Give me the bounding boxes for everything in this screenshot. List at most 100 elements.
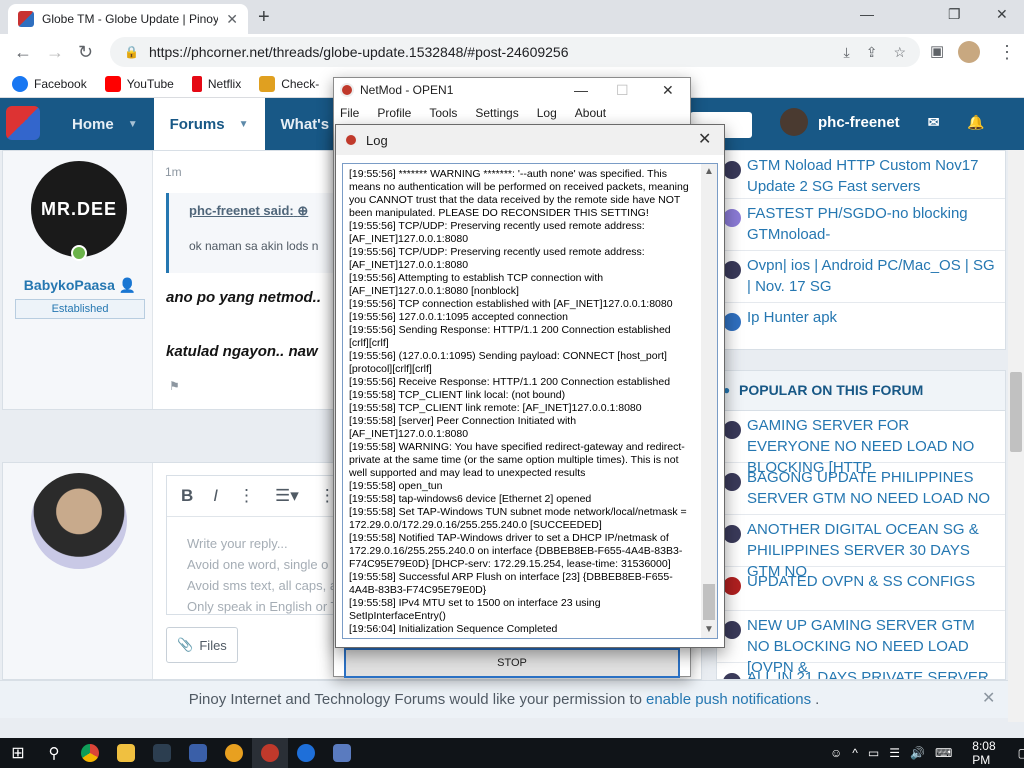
avatar[interactable]: MR.DEE: [31, 161, 127, 257]
header-username[interactable]: phc-freenet: [818, 114, 900, 131]
avatar[interactable]: [31, 473, 127, 569]
bookmark-check[interactable]: Check-: [259, 75, 319, 92]
thread-title[interactable]: FASTEST PH/SGDO-no blocking GTMnoload-: [747, 205, 968, 243]
log-scrollbar[interactable]: ▲ ▼: [701, 164, 717, 638]
list-item[interactable]: GAMING SERVER FOR EVERYONE NO NEED LOAD …: [717, 411, 1005, 476]
url-text[interactable]: https://phcorner.net/threads/globe-updat…: [149, 44, 834, 60]
user-avatar[interactable]: [780, 108, 808, 136]
scroll-down-icon[interactable]: ▼: [704, 624, 714, 635]
omnibox[interactable]: 🔒 https://phcorner.net/threads/globe-upd…: [110, 37, 920, 67]
taskbar-app[interactable]: [288, 738, 324, 768]
taskbar-explorer[interactable]: [108, 738, 144, 768]
list-item[interactable]: UPDATED OVPN & SS CONFIGS: [717, 567, 1005, 611]
post-time[interactable]: 1m: [165, 165, 182, 179]
reload-icon[interactable]: ↻: [78, 42, 93, 63]
report-flag-icon[interactable]: ⚑: [169, 379, 180, 393]
taskbar-netmod[interactable]: [252, 738, 288, 768]
chevron-up-icon[interactable]: ^: [852, 746, 858, 760]
new-tab-button[interactable]: +: [258, 6, 270, 29]
forward-icon[interactable]: →: [46, 42, 64, 63]
browser-tab[interactable]: Globe TM - Globe Update | Pinoy ✕: [8, 4, 248, 34]
list-item[interactable]: BAGONG UPDATE PHILIPPINES SERVER GTM NO …: [717, 463, 1005, 515]
thread-title[interactable]: BAGONG UPDATE PHILIPPINES SERVER GTM NO …: [747, 469, 990, 507]
taskbar-chrome[interactable]: [72, 738, 108, 768]
list-item[interactable]: GTM Noload HTTP Custom Nov17 Update 2 SG…: [717, 151, 1005, 199]
menu-profile[interactable]: Profile: [377, 106, 411, 120]
enable-push-link[interactable]: enable push notifications: [646, 691, 811, 708]
network-icon[interactable]: ☰: [889, 746, 900, 760]
taskbar-app[interactable]: [144, 738, 180, 768]
bold-icon[interactable]: B: [181, 486, 193, 506]
thread-title[interactable]: Ovpn| ios | Android PC/Mac_OS | SG | Nov…: [747, 257, 995, 295]
scroll-up-icon[interactable]: ▲: [704, 166, 714, 177]
list-item[interactable]: ANOTHER DIGITAL OCEAN SG & PHILIPPINES S…: [717, 515, 1005, 580]
menu-tools[interactable]: Tools: [429, 106, 457, 120]
taskbar-app[interactable]: [180, 738, 216, 768]
stop-button[interactable]: STOP: [344, 648, 680, 678]
bell-icon[interactable]: 🔔: [967, 114, 984, 131]
list-item[interactable]: ALL IN 21 DAYS PRIVATE SERVER GTM: [717, 663, 1005, 679]
close-window-icon[interactable]: ✕: [996, 6, 1008, 23]
volume-icon[interactable]: 🔊: [910, 746, 925, 760]
minimize-icon[interactable]: —: [860, 6, 874, 22]
windows-start-icon[interactable]: ⊞: [0, 738, 36, 768]
post-username[interactable]: BabykoPaasa 👤: [17, 277, 143, 294]
chevron-down-icon[interactable]: ▼: [128, 119, 138, 130]
restore-icon[interactable]: ❐: [948, 6, 961, 23]
bookmark-youtube[interactable]: YouTube: [104, 75, 174, 92]
menu-about[interactable]: About: [575, 106, 606, 120]
clock[interactable]: 8:08 PM: [972, 739, 995, 767]
person-icon[interactable]: ☺: [830, 746, 842, 760]
reply-editor[interactable]: B I ⋮ ☰▾ ⋮ Write your reply... Avoid one…: [166, 475, 346, 615]
battery-icon[interactable]: ▭: [868, 746, 879, 760]
bookmark-star-icon[interactable]: ☆: [893, 44, 906, 61]
install-icon[interactable]: ⤓: [844, 44, 850, 61]
log-output[interactable]: [19:55:56] ******* WARNING *******: '--a…: [342, 163, 718, 639]
attach-files-button[interactable]: 📎 Files: [166, 627, 238, 663]
list-item[interactable]: Ovpn| ios | Android PC/Mac_OS | SG | Nov…: [717, 251, 1005, 303]
page-scrollbar-thumb[interactable]: [1010, 372, 1022, 452]
bookmark-facebook[interactable]: Facebook: [12, 75, 87, 92]
thread-title[interactable]: GTM Noload HTTP Custom Nov17 Update 2 SG…: [747, 157, 978, 195]
menu-settings[interactable]: Settings: [475, 106, 518, 120]
side-panel-icon[interactable]: ▣: [930, 42, 944, 60]
italic-icon[interactable]: I: [213, 486, 218, 506]
list-item[interactable]: FASTEST PH/SGDO-no blocking GTMnoload-: [717, 199, 1005, 251]
tab-close-icon[interactable]: ✕: [226, 11, 238, 28]
chevron-down-icon[interactable]: ▼: [239, 119, 249, 130]
menu-log[interactable]: Log: [537, 106, 557, 120]
thread-title[interactable]: Ip Hunter apk: [747, 309, 837, 326]
bookmark-netflix[interactable]: Netflix: [191, 75, 241, 92]
jump-up-icon[interactable]: ⊕: [297, 203, 308, 218]
taskbar-app[interactable]: [324, 738, 360, 768]
post-username-text[interactable]: BabykoPaasa: [24, 277, 115, 293]
thread-title[interactable]: ALL IN 21 DAYS PRIVATE SERVER GTM: [747, 669, 989, 679]
menu-file[interactable]: File: [340, 106, 359, 120]
minimize-icon[interactable]: —: [574, 82, 588, 98]
site-logo[interactable]: [6, 106, 40, 140]
log-scrollbar-thumb[interactable]: [703, 584, 715, 620]
list-icon[interactable]: ☰▾: [275, 486, 299, 506]
lock-icon[interactable]: 🔒: [124, 45, 139, 59]
list-item[interactable]: Ip Hunter apk: [717, 303, 1005, 347]
thread-title[interactable]: UPDATED OVPN & SS CONFIGS: [747, 573, 975, 590]
close-icon[interactable]: ✕: [662, 82, 674, 99]
search-icon[interactable]: ⚲: [36, 738, 72, 768]
close-icon[interactable]: ✕: [698, 129, 711, 149]
close-icon[interactable]: ✕: [982, 688, 995, 708]
list-item[interactable]: NEW UP GAMING SERVER GTM NO BLOCKING NO …: [717, 611, 1005, 676]
quote-author-text[interactable]: phc-freenet said:: [189, 203, 294, 218]
taskbar-app[interactable]: [216, 738, 252, 768]
language-icon[interactable]: ⌨: [935, 746, 952, 760]
nav-home[interactable]: Home ▼: [56, 98, 154, 150]
inbox-icon[interactable]: ✉: [928, 114, 940, 131]
share-icon[interactable]: ⇪: [866, 44, 878, 61]
quote-author[interactable]: phc-freenet said: ⊕: [189, 203, 326, 219]
more-options-icon[interactable]: ⋮: [238, 486, 255, 506]
browser-menu-icon[interactable]: ⋮: [998, 42, 1016, 63]
user-menu[interactable]: phc-freenet ✉ 🔔: [780, 108, 985, 136]
profile-avatar[interactable]: [958, 41, 980, 63]
maximize-icon[interactable]: ☐: [616, 82, 629, 99]
nav-forums[interactable]: Forums ▼: [153, 98, 265, 150]
notification-icon[interactable]: ▢: [1018, 746, 1024, 760]
